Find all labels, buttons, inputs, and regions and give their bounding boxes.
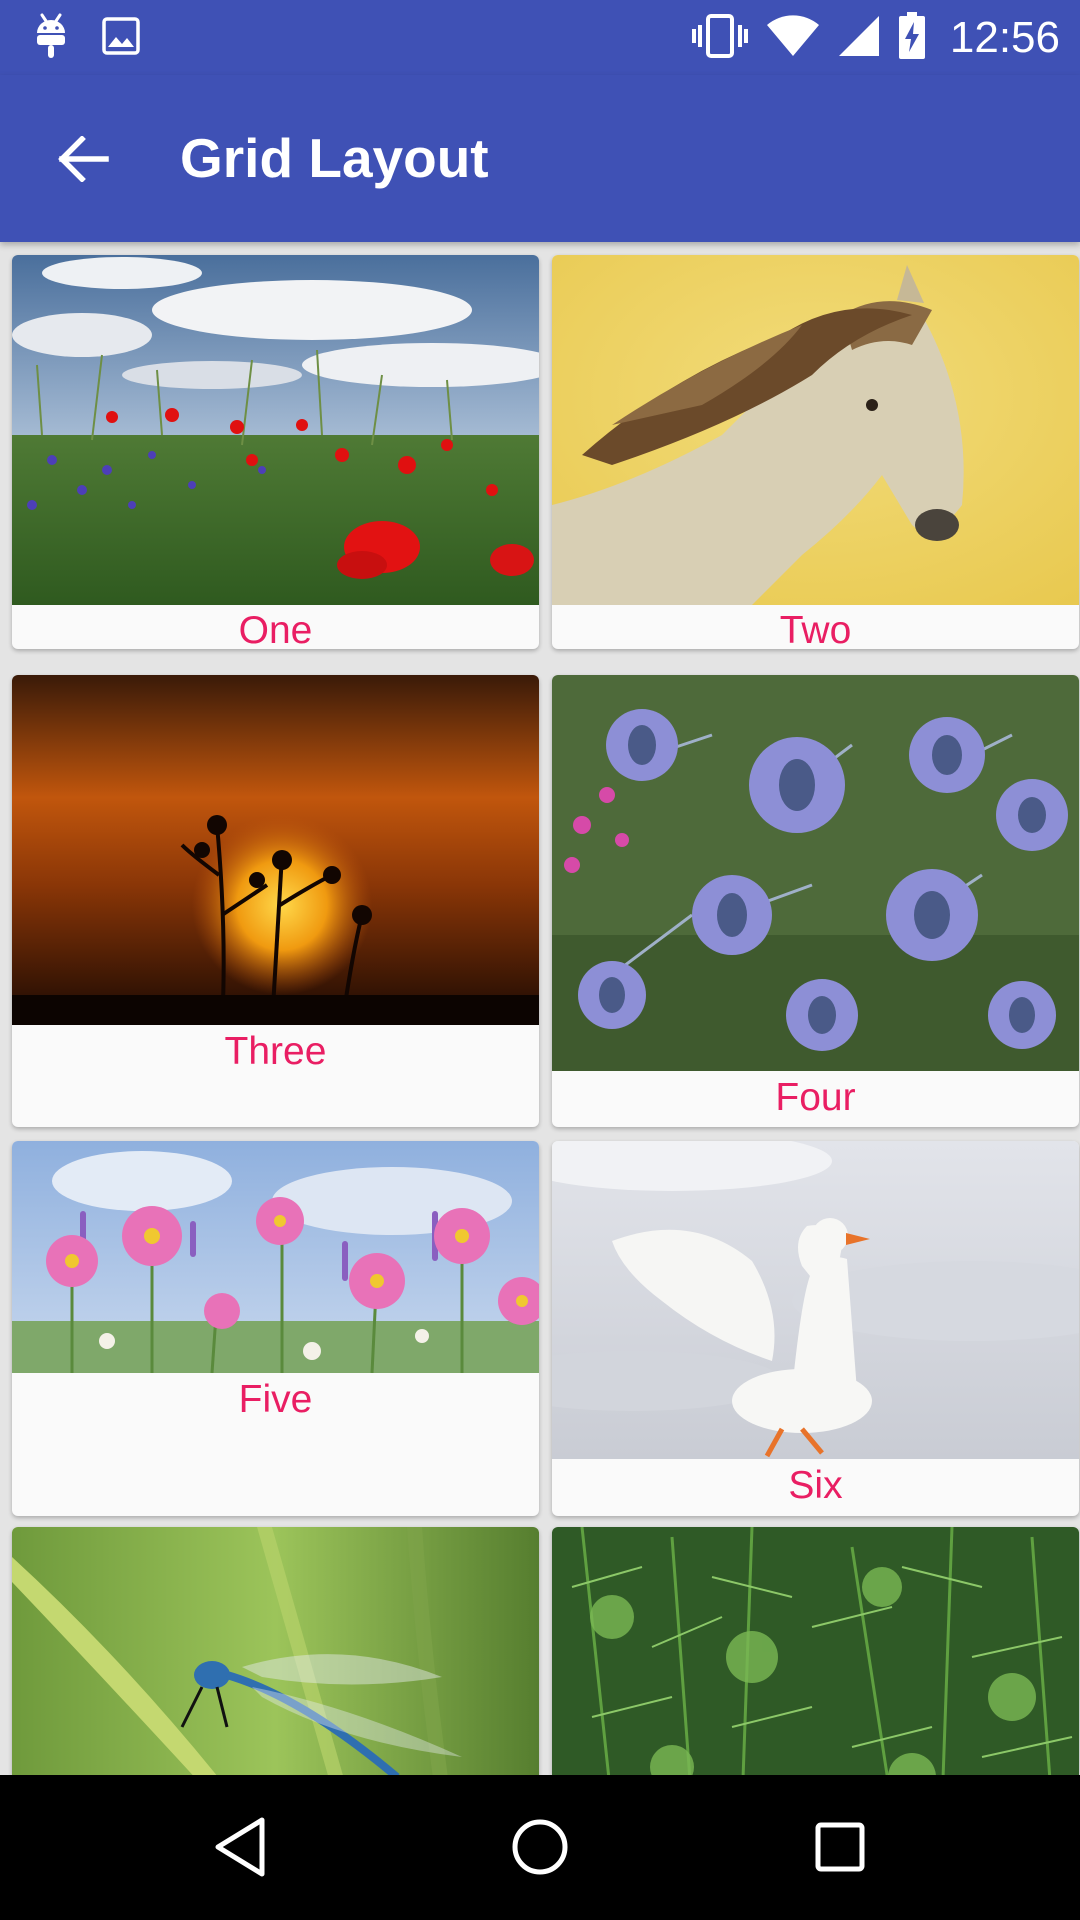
page-title: Grid Layout: [180, 127, 489, 189]
grid-item-label: Two: [779, 609, 852, 649]
poppy-field-photo: [12, 255, 539, 605]
grid-item[interactable]: Six: [552, 1141, 1079, 1516]
status-bar: 12:56: [0, 0, 1080, 75]
wifi-icon: [766, 14, 820, 62]
navigation-bar: [0, 1775, 1080, 1920]
grid-item-label: Three: [224, 1030, 327, 1073]
grid-item-label: Five: [238, 1378, 313, 1421]
nav-back-button[interactable]: [190, 1797, 290, 1897]
status-left-icons: [34, 13, 140, 64]
nav-home-button[interactable]: [490, 1797, 590, 1897]
thistle-flowers-photo: [552, 675, 1079, 1071]
grid-item-label: Six: [788, 1464, 843, 1507]
app-bar: Grid Layout: [0, 75, 1080, 242]
grid-item-label: Four: [775, 1076, 856, 1119]
battery-charging-icon: [898, 11, 926, 65]
back-triangle-icon: [215, 1817, 265, 1877]
grid-item[interactable]: Four: [552, 675, 1079, 1127]
horse-photo: [552, 255, 1079, 605]
grid-item[interactable]: [552, 1527, 1079, 1775]
recents-square-icon: [815, 1822, 865, 1872]
grid-item[interactable]: Two: [552, 255, 1079, 649]
status-clock: 12:56: [949, 13, 1060, 62]
pine-branches-photo: [552, 1527, 1079, 1775]
nav-recents-button[interactable]: [790, 1797, 890, 1897]
image-icon: [102, 16, 140, 60]
dragonfly-photo: [12, 1527, 539, 1775]
goose-in-snow-photo: [552, 1141, 1079, 1459]
cosmos-flowers-photo: [12, 1141, 539, 1373]
grid-item[interactable]: One: [12, 255, 539, 649]
home-circle-icon: [512, 1819, 568, 1875]
grid-item[interactable]: [12, 1527, 539, 1775]
cell-signal-icon: [838, 15, 880, 62]
grid-item[interactable]: Three: [12, 675, 539, 1127]
status-right-icons: 12:56: [691, 10, 1060, 66]
grid-item-label: One: [238, 609, 313, 649]
vibrate-icon: [691, 13, 748, 64]
android-icon: [34, 13, 68, 64]
grid-item[interactable]: Five: [12, 1141, 539, 1516]
sunset-photo: [12, 675, 539, 1025]
back-button[interactable]: [40, 115, 128, 203]
arrow-back-icon: [58, 136, 109, 182]
image-grid: One Two Three Four Five Six: [0, 242, 1080, 1775]
